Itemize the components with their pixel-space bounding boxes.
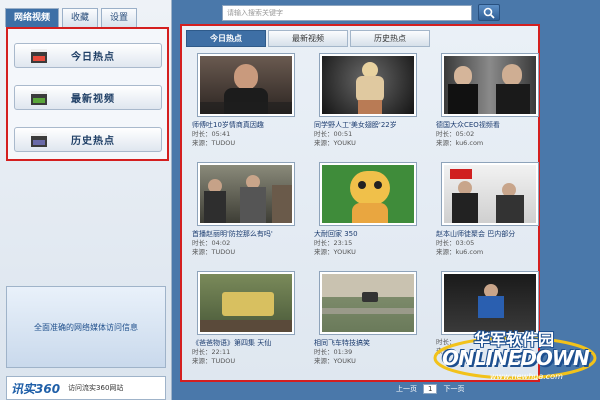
search-button[interactable]: [478, 4, 500, 21]
video-card[interactable]: 赵本山师徒聚会 巴内部分 时长：03:05 来源：ku6.com: [436, 163, 546, 266]
cartoon-thumbnail[interactable]: [320, 163, 416, 225]
brand-link-text: 访问流实360网站: [68, 384, 124, 392]
menu-label: 今日热点: [71, 52, 115, 63]
tab-latest-video[interactable]: 最新视频: [268, 30, 348, 47]
video-duration: 时长：03:05: [436, 239, 475, 247]
video-duration: 时长：05:02: [436, 130, 475, 138]
info-panel[interactable]: 全面准确的网络媒体访问信息: [6, 286, 166, 368]
left-pane: 网络视频 收藏 设置 今日热点 最新视频 历史热点 全面准确的网络媒体访问信息 …: [0, 0, 172, 400]
clapper-hot-icon: [31, 48, 47, 63]
video-title[interactable]: 同学野人工'美女翅膀'22岁: [314, 120, 424, 130]
video-card[interactable]: 师傅吐10岁情商真因趣 时长：05:41 来源：TUDOU: [192, 54, 302, 157]
menu-history-hot-button[interactable]: 历史热点: [14, 127, 162, 152]
performer-thumbnail[interactable]: [320, 54, 416, 116]
video-duration: 时长：00:51: [314, 130, 353, 138]
content-tabs: 今日热点 最新视频 历史热点: [186, 30, 430, 47]
search-icon: [483, 7, 495, 19]
video-card[interactable]: 《爸爸物语》第四集 天仙 时长：22:11 来源：TUDOU: [192, 272, 302, 375]
tab-history-hot[interactable]: 历史热点: [350, 30, 430, 47]
video-duration: 时长：04:02: [192, 239, 231, 247]
video-source: 来源：TUDOU: [192, 356, 236, 365]
category-menu: 今日热点 最新视频 历史热点: [6, 27, 169, 161]
news-thumbnail[interactable]: [198, 54, 294, 116]
menu-today-hot-button[interactable]: 今日热点: [14, 43, 162, 68]
video-card[interactable]: 德国大众CEO视频看 时长：05:02 来源：ku6.com: [436, 54, 546, 157]
drama-thumbnail[interactable]: [198, 272, 294, 334]
watermark-url-text: www.newhua.com: [490, 372, 563, 381]
video-source: 来源：ku6.com: [436, 138, 484, 147]
crowd-thumbnail[interactable]: [198, 163, 294, 225]
brand-logo: 讯实360: [11, 381, 61, 396]
video-card[interactable]: 大耐回家 350 时长：23:15 来源：YOUKU: [314, 163, 424, 266]
video-title[interactable]: 《爸爸物语》第四集 天仙: [192, 338, 302, 348]
video-card[interactable]: 同学野人工'美女翅膀'22岁 时长：00:51 来源：YOUKU: [314, 54, 424, 157]
tab-today-hot[interactable]: 今日热点: [186, 30, 266, 47]
clapper-new-icon: [31, 90, 47, 105]
video-title[interactable]: 首播赵丽明'防控那么有吗': [192, 229, 302, 239]
video-card[interactable]: 首播赵丽明'防控那么有吗' 时长：04:02 来源：TUDOU: [192, 163, 302, 266]
clapper-history-icon: [31, 132, 47, 147]
party-thumbnail[interactable]: [442, 163, 538, 225]
search-input[interactable]: 请输入搜索关键字: [222, 5, 472, 21]
video-duration: 时长：05:41: [192, 130, 231, 138]
prev-page-link[interactable]: 上一页: [396, 384, 417, 394]
site-watermark: 华军软件园 ONLINEDOWN www.newhua.com: [430, 322, 600, 392]
menu-latest-video-button[interactable]: 最新视频: [14, 85, 162, 110]
video-source: 来源：TUDOU: [192, 138, 236, 147]
video-source: 来源：ku6.com: [436, 247, 484, 256]
bottom-logo-bar[interactable]: 讯实360 访问流实360网站: [6, 376, 166, 400]
video-title[interactable]: 德国大众CEO视频看: [436, 120, 546, 130]
video-source: 来源：YOUKU: [314, 138, 356, 147]
video-title[interactable]: 大耐回家 350: [314, 229, 424, 239]
menu-label: 最新视频: [71, 94, 115, 105]
video-source: 来源：YOUKU: [314, 247, 356, 256]
tab-favorites[interactable]: 收藏: [62, 8, 99, 27]
tab-network-video[interactable]: 网络视频: [5, 8, 60, 27]
video-duration: 时长：22:11: [192, 348, 231, 356]
info-text: 全面准确的网络媒体访问信息: [34, 322, 138, 332]
video-source: 来源：YOUKU: [314, 356, 356, 365]
menu-label: 历史热点: [71, 136, 115, 147]
video-title[interactable]: 赵本山师徒聚会 巴内部分: [436, 229, 546, 239]
video-source: 来源：TUDOU: [192, 247, 236, 256]
road-thumbnail[interactable]: [320, 272, 416, 334]
video-duration: 时长：01:39: [314, 348, 353, 356]
video-card[interactable]: 相同飞车特技搞笑 时长：01:39 来源：YOUKU: [314, 272, 424, 375]
video-title[interactable]: 相同飞车特技搞笑: [314, 338, 424, 348]
video-duration: 时长：23:15: [314, 239, 353, 247]
top-tabs: 网络视频 收藏 设置: [5, 8, 138, 28]
watermark-en-text: ONLINEDOWN: [442, 346, 590, 370]
tab-settings[interactable]: 设置: [101, 8, 138, 27]
video-title[interactable]: 师傅吐10岁情商真因趣: [192, 120, 302, 130]
men-thumbnail[interactable]: [442, 54, 538, 116]
